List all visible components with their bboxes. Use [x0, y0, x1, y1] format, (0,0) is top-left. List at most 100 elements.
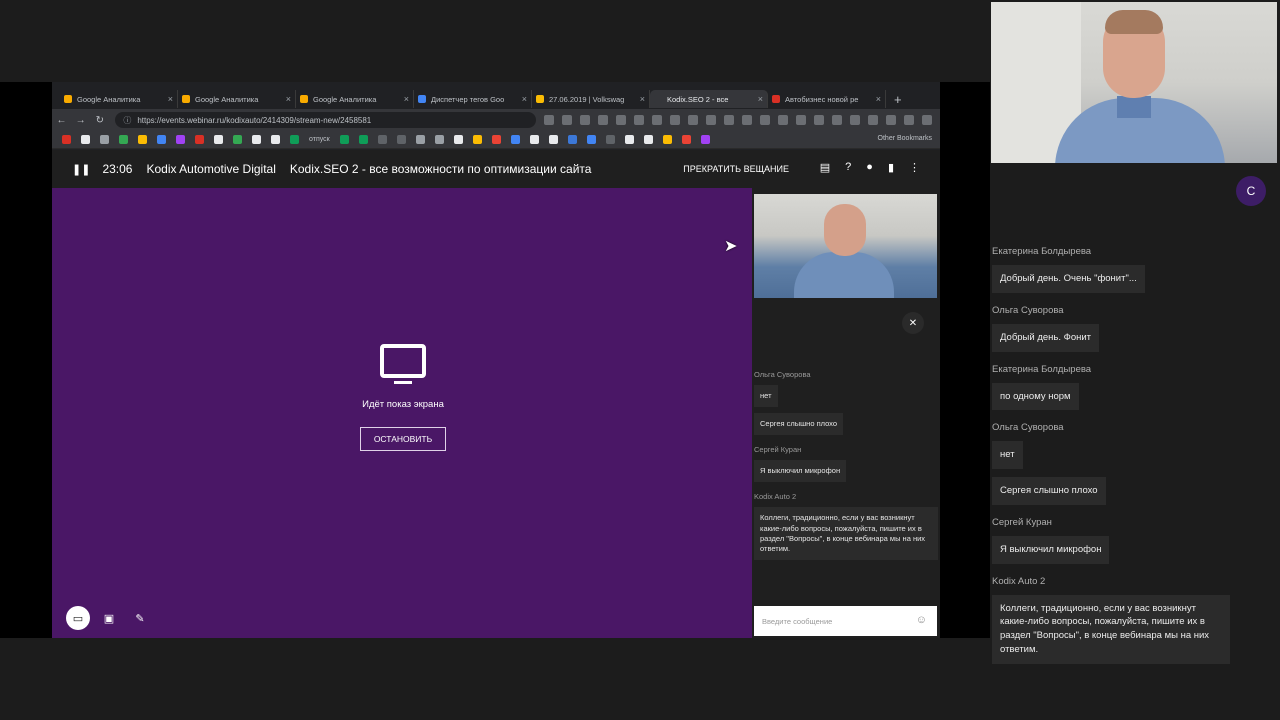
bookmark-icon[interactable]	[176, 135, 185, 144]
bookmark-icon[interactable]	[567, 135, 577, 144]
bookmark-icon[interactable]	[510, 135, 520, 144]
reload-icon[interactable]: ↻	[90, 115, 109, 126]
bookmark-icon[interactable]	[624, 135, 634, 144]
extension-icon[interactable]	[724, 115, 735, 125]
bookmark-icon[interactable]	[396, 135, 406, 144]
pause-icon[interactable]: ❚❚	[72, 163, 90, 176]
bookmark-icon[interactable]	[377, 135, 387, 144]
bookmark-icon[interactable]	[252, 135, 261, 144]
files-icon[interactable]: ▮	[888, 161, 894, 174]
bookmark-icon[interactable]	[472, 135, 482, 144]
bookmark-icon[interactable]	[586, 135, 596, 144]
extension-icon[interactable]	[742, 115, 753, 125]
bookmark-icon[interactable]	[681, 135, 691, 144]
microphone-muted-icon[interactable]: ✕	[902, 312, 924, 334]
extension-icon[interactable]	[796, 115, 807, 125]
star-icon[interactable]	[562, 115, 573, 125]
extension-icon[interactable]	[634, 115, 645, 125]
participants-icon[interactable]: ●	[866, 161, 873, 174]
back-icon[interactable]: ←	[52, 115, 71, 126]
extension-icon[interactable]	[688, 115, 699, 125]
extension-icon[interactable]	[868, 115, 879, 125]
browser-tab[interactable]: Google Аналитика ×	[178, 90, 296, 108]
chat-message: нет	[992, 441, 1023, 470]
chat-icon[interactable]: ▤	[820, 161, 830, 174]
address-bar[interactable]: ⓘ https://events.webinar.ru/kodixauto/24…	[115, 112, 537, 128]
close-tab-icon[interactable]: ×	[168, 94, 173, 104]
bookmark-folder-label[interactable]: отпуск	[309, 136, 330, 143]
bookmark-icon[interactable]	[195, 135, 204, 144]
close-tab-icon[interactable]: ×	[640, 94, 645, 104]
bookmark-icon[interactable]	[453, 135, 463, 144]
extension-icon[interactable]	[670, 115, 681, 125]
bookmark-icon[interactable]	[62, 135, 71, 144]
bookmark-icon[interactable]	[662, 135, 672, 144]
close-tab-icon[interactable]: ×	[404, 94, 409, 104]
other-bookmarks[interactable]: Other Bookmarks	[878, 135, 932, 142]
bookmark-icon[interactable]	[643, 135, 653, 144]
bookmark-icon[interactable]	[214, 135, 223, 144]
close-tab-icon[interactable]: ×	[522, 94, 527, 104]
extension-icon[interactable]	[814, 115, 825, 125]
bookmark-icon[interactable]	[358, 135, 368, 144]
menu-icon[interactable]	[922, 115, 933, 125]
video-icon[interactable]: ▣	[97, 606, 121, 630]
bookmark-icon[interactable]	[339, 135, 349, 144]
draw-icon[interactable]: ✎	[128, 606, 152, 630]
browser-tab[interactable]: Kodix.SEO 2 - все ×	[650, 90, 768, 108]
browser-tab[interactable]: Google Аналитика ×	[60, 90, 178, 108]
close-tab-icon[interactable]: ×	[286, 94, 291, 104]
favicon-icon	[64, 95, 72, 103]
extension-icon[interactable]	[652, 115, 663, 125]
organizer-name: Kodix Automotive Digital	[146, 162, 276, 176]
close-tab-icon[interactable]: ×	[876, 94, 881, 104]
extension-icon[interactable]	[886, 115, 897, 125]
browser-tab[interactable]: Диспетчер тегов Goo ×	[414, 90, 532, 108]
bookmark-icon[interactable]	[434, 135, 444, 144]
bookmark-icon[interactable]	[233, 135, 242, 144]
extension-icon[interactable]	[832, 115, 843, 125]
extension-icon[interactable]	[760, 115, 771, 125]
tab-title: Google Аналитика	[195, 94, 259, 104]
bookmark-icon[interactable]	[529, 135, 539, 144]
new-tab-icon[interactable]: +	[894, 92, 902, 107]
profile-icon[interactable]	[904, 115, 915, 125]
forward-icon[interactable]: →	[71, 115, 90, 126]
browser-tab[interactable]: Google Аналитика ×	[296, 90, 414, 108]
bookmark-icon[interactable]	[605, 135, 615, 144]
chat-message-row: нет	[992, 441, 1272, 477]
extension-icon[interactable]	[580, 115, 591, 125]
stop-sharing-button[interactable]: ОСТАНОВИТЬ	[360, 427, 446, 451]
chat-message-row: Добрый день. Фонит	[992, 323, 1272, 360]
questions-icon[interactable]: ?	[845, 161, 851, 174]
more-icon[interactable]: ⋮	[909, 161, 920, 174]
browser-tab[interactable]: 27.06.2019 | Volkswag ×	[532, 90, 650, 108]
extension-icon[interactable]	[850, 115, 861, 125]
bookmark-icon[interactable]	[157, 135, 166, 144]
user-avatar[interactable]: С	[1236, 176, 1266, 206]
browser-tab[interactable]: Автобизнес новой ре ×	[768, 90, 886, 108]
chat-message: Добрый день. Фонит	[992, 323, 1100, 352]
message-input[interactable]: Введите сообщение ☺	[754, 606, 937, 636]
emoji-icon[interactable]: ☺	[916, 614, 927, 626]
bookmark-icon[interactable]	[700, 135, 710, 144]
bookmark-icon[interactable]	[548, 135, 558, 144]
extension-icon[interactable]	[616, 115, 627, 125]
bookmark-icon[interactable]	[290, 135, 299, 144]
bookmark-icon[interactable]	[100, 135, 109, 144]
bookmark-icon[interactable]	[491, 135, 501, 144]
bookmark-icon[interactable]	[119, 135, 128, 144]
extension-icon[interactable]	[544, 115, 555, 125]
close-tab-icon[interactable]: ×	[758, 94, 763, 104]
bookmark-icon[interactable]	[81, 135, 90, 144]
bookmark-icon[interactable]	[415, 135, 425, 144]
bookmark-icon[interactable]	[138, 135, 147, 144]
site-info-icon[interactable]: ⓘ	[123, 115, 131, 126]
stop-broadcast-button[interactable]: ПРЕКРАТИТЬ ВЕЩАНИЕ	[683, 164, 789, 174]
chat-message: Коллеги, традиционно, если у вас возникн…	[754, 507, 938, 560]
extension-icon[interactable]	[778, 115, 789, 125]
screen-share-icon[interactable]: ▭	[66, 606, 90, 630]
extension-icon[interactable]	[706, 115, 717, 125]
bookmark-icon[interactable]	[271, 135, 280, 144]
extension-icon[interactable]	[598, 115, 609, 125]
